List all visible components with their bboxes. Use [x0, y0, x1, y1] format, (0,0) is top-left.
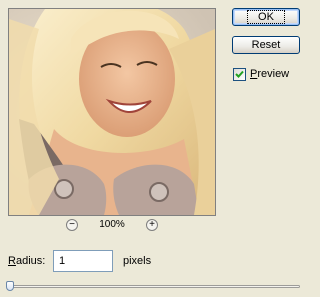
radius-label: Radius:	[8, 255, 46, 267]
radius-units: pixels	[123, 255, 152, 267]
radius-slider-thumb[interactable]	[6, 281, 14, 291]
zoom-controls: − 100% +	[0, 219, 224, 233]
reset-button[interactable]: Reset	[232, 36, 300, 54]
ok-button[interactable]: OK	[232, 8, 300, 26]
zoom-in-icon[interactable]: +	[146, 219, 158, 231]
zoom-out-icon[interactable]: −	[66, 219, 78, 231]
preview-checkbox[interactable]	[233, 68, 246, 81]
checkmark-icon	[235, 70, 244, 78]
zoom-level: 100%	[99, 219, 125, 230]
preview-photo	[9, 9, 215, 215]
radius-input[interactable]: 1	[53, 250, 113, 272]
radius-slider-track[interactable]	[8, 285, 300, 288]
preview-label: Preview	[250, 68, 290, 80]
preview-image[interactable]	[8, 8, 216, 216]
ok-button-label: OK	[247, 10, 285, 24]
reset-button-label: Reset	[251, 39, 281, 51]
